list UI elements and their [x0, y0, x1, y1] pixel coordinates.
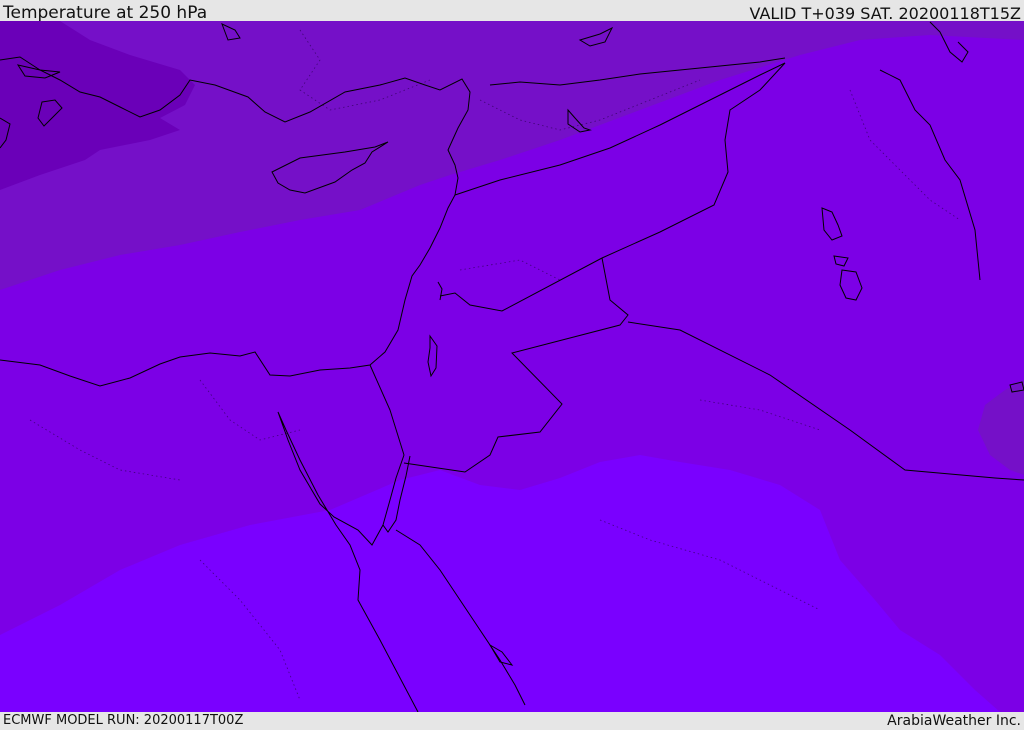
model-run-label: ECMWF MODEL RUN: 20200117T00Z [3, 713, 244, 728]
credit-label: ArabiaWeather Inc. [887, 713, 1021, 729]
footer-bar: ECMWF MODEL RUN: 20200117T00Z ArabiaWeat… [0, 712, 1024, 729]
weather-map[interactable] [0, 21, 1024, 712]
header-bar: Temperature at 250 hPa VALID T+039 SAT. … [0, 0, 1024, 23]
map-canvas [0, 21, 1024, 712]
map-title: Temperature at 250 hPa [3, 3, 208, 23]
